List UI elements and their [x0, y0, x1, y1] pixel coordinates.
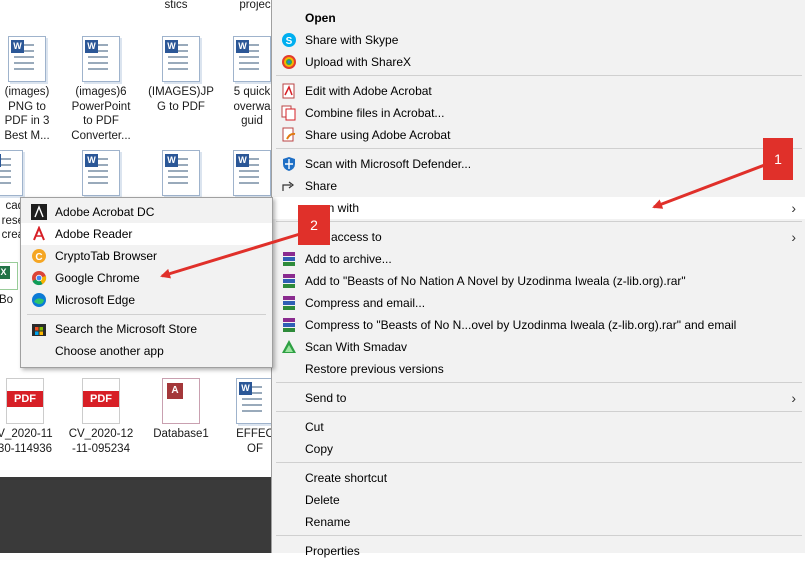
- file-name: (images) PNG to PDF in 3 Best M...: [4, 86, 50, 142]
- defender-icon: [281, 156, 297, 172]
- desktop-file[interactable]: A Database1: [144, 378, 218, 442]
- smadav-icon: [281, 339, 297, 355]
- acrobat-dc-icon: [31, 204, 47, 220]
- pdf-icon: PDF: [82, 378, 120, 424]
- menu-separator: [276, 382, 802, 383]
- access-db-icon: A: [162, 378, 200, 424]
- menu-item-cut[interactable]: Cut: [272, 416, 805, 438]
- desktop-file[interactable]: PDF CV_2020-12 -11-095234: [64, 378, 138, 456]
- word-doc-icon: [162, 36, 200, 82]
- menu-item-delete[interactable]: Delete: [272, 489, 805, 511]
- sharex-icon: [281, 54, 297, 70]
- word-doc-icon: [233, 150, 271, 196]
- menu-item-add-rar[interactable]: Add to "Beasts of No Nation A Novel by U…: [272, 270, 805, 292]
- menu-item-compress-rar-email[interactable]: Compress to "Beasts of No N...ovel by Uz…: [272, 314, 805, 336]
- file-label-partial: stics: [164, 0, 188, 11]
- desktop-file[interactable]: [144, 150, 218, 199]
- menu-item-rename[interactable]: Rename: [272, 511, 805, 533]
- file-name: 5 quick overwa guid: [233, 86, 271, 127]
- menu-item-restore-versions[interactable]: Restore previous versions: [272, 358, 805, 380]
- menu-item-share-skype[interactable]: S Share with Skype: [272, 29, 805, 51]
- desktop-file[interactable]: (IMAGES)JP G to PDF: [144, 36, 218, 114]
- file-name: Database1: [153, 428, 209, 440]
- winrar-icon: [281, 251, 297, 267]
- word-doc-icon: [8, 36, 46, 82]
- submenu-item-store[interactable]: Search the Microsoft Store: [21, 318, 272, 340]
- submenu-item-chrome[interactable]: Google Chrome: [21, 267, 272, 289]
- menu-item-combine-acrobat[interactable]: Combine files in Acrobat...: [272, 102, 805, 124]
- winrar-icon: [281, 317, 297, 333]
- menu-item-smadav[interactable]: Scan With Smadav: [272, 336, 805, 358]
- winrar-icon: [281, 273, 297, 289]
- chevron-right-icon: ›: [791, 390, 796, 406]
- pdf-icon: PDF: [6, 378, 44, 424]
- winrar-icon: [281, 295, 297, 311]
- svg-text:C: C: [35, 252, 42, 263]
- desktop-file[interactable]: [64, 150, 138, 199]
- open-with-submenu: Adobe Acrobat DC Adobe Reader C CryptoTa…: [20, 197, 273, 368]
- word-doc-icon: [162, 150, 200, 196]
- file-name: (images)6 PowerPoint to PDF Converter...: [71, 86, 131, 142]
- adobe-reader-icon: [31, 225, 47, 242]
- menu-item-compress-email[interactable]: Compress and email...: [272, 292, 805, 314]
- acrobat-share-icon: [281, 127, 297, 143]
- menu-separator: [276, 411, 802, 412]
- word-doc-icon: [0, 150, 23, 196]
- menu-separator: [276, 221, 802, 222]
- excel-icon: [0, 262, 18, 290]
- menu-separator: [276, 462, 802, 463]
- word-doc-icon: [82, 150, 120, 196]
- store-icon: [31, 321, 47, 337]
- menu-item-sharex[interactable]: Upload with ShareX: [272, 51, 805, 73]
- edge-icon: [31, 292, 47, 308]
- annotation-badge-1: 1: [763, 138, 793, 180]
- menu-item-properties[interactable]: Properties: [272, 540, 805, 562]
- menu-separator: [276, 148, 802, 149]
- file-name: (IMAGES)JP G to PDF: [148, 86, 214, 113]
- word-doc-icon: [236, 378, 274, 424]
- submenu-separator: [27, 314, 266, 315]
- svg-text:S: S: [286, 36, 293, 47]
- menu-item-send-to[interactable]: Send to ›: [272, 387, 805, 409]
- acrobat-icon: [281, 83, 297, 99]
- skype-icon: S: [281, 32, 297, 48]
- submenu-item-edge[interactable]: Microsoft Edge: [21, 289, 272, 311]
- menu-item-create-shortcut[interactable]: Create shortcut: [272, 467, 805, 489]
- file-name: CV_2020-12 -11-095234: [68, 428, 134, 455]
- acrobat-combine-icon: [281, 105, 297, 121]
- menu-separator: [276, 535, 802, 536]
- submenu-item-adobe-reader[interactable]: Adobe Reader: [21, 223, 272, 245]
- file-name: Bo: [0, 294, 14, 306]
- share-icon: [281, 178, 297, 194]
- submenu-item-choose-app[interactable]: Choose another app: [21, 340, 272, 362]
- chevron-right-icon: ›: [791, 229, 796, 245]
- context-menu: Open S Share with Skype Upload with Shar…: [271, 0, 805, 558]
- menu-separator: [276, 75, 802, 76]
- chevron-right-icon: ›: [791, 200, 796, 216]
- menu-item-share-acrobat[interactable]: Share using Adobe Acrobat: [272, 124, 805, 146]
- submenu-item-cryptotab[interactable]: C CryptoTab Browser: [21, 245, 272, 267]
- menu-item-give-access[interactable]: access to ›: [272, 226, 805, 248]
- menu-item-copy[interactable]: Copy: [272, 438, 805, 460]
- file-name: V_2020-11 30-114936: [0, 428, 53, 455]
- menu-item-add-archive[interactable]: Add to archive...: [272, 248, 805, 270]
- file-name: EFFEC OF: [236, 428, 274, 455]
- annotation-badge-2: 2: [298, 205, 330, 245]
- taskbar-region: [0, 477, 272, 553]
- submenu-item-acrobat-dc[interactable]: Adobe Acrobat DC: [21, 201, 272, 223]
- menu-item-share[interactable]: Share: [272, 175, 805, 197]
- menu-item-edit-acrobat[interactable]: Edit with Adobe Acrobat: [272, 80, 805, 102]
- word-doc-icon: [233, 36, 271, 82]
- cryptotab-icon: C: [31, 248, 47, 264]
- menu-item-open[interactable]: Open: [272, 7, 805, 29]
- desktop-file[interactable]: (images)6 PowerPoint to PDF Converter...: [64, 36, 138, 143]
- chrome-icon: [31, 270, 47, 286]
- word-doc-icon: [82, 36, 120, 82]
- desktop-file[interactable]: (images) PNG to PDF in 3 Best M...: [0, 36, 64, 143]
- menu-item-open-with[interactable]: en with ›: [272, 197, 805, 219]
- menu-item-defender[interactable]: Scan with Microsoft Defender...: [272, 153, 805, 175]
- desktop-file[interactable]: PDF V_2020-11 30-114936: [0, 378, 62, 456]
